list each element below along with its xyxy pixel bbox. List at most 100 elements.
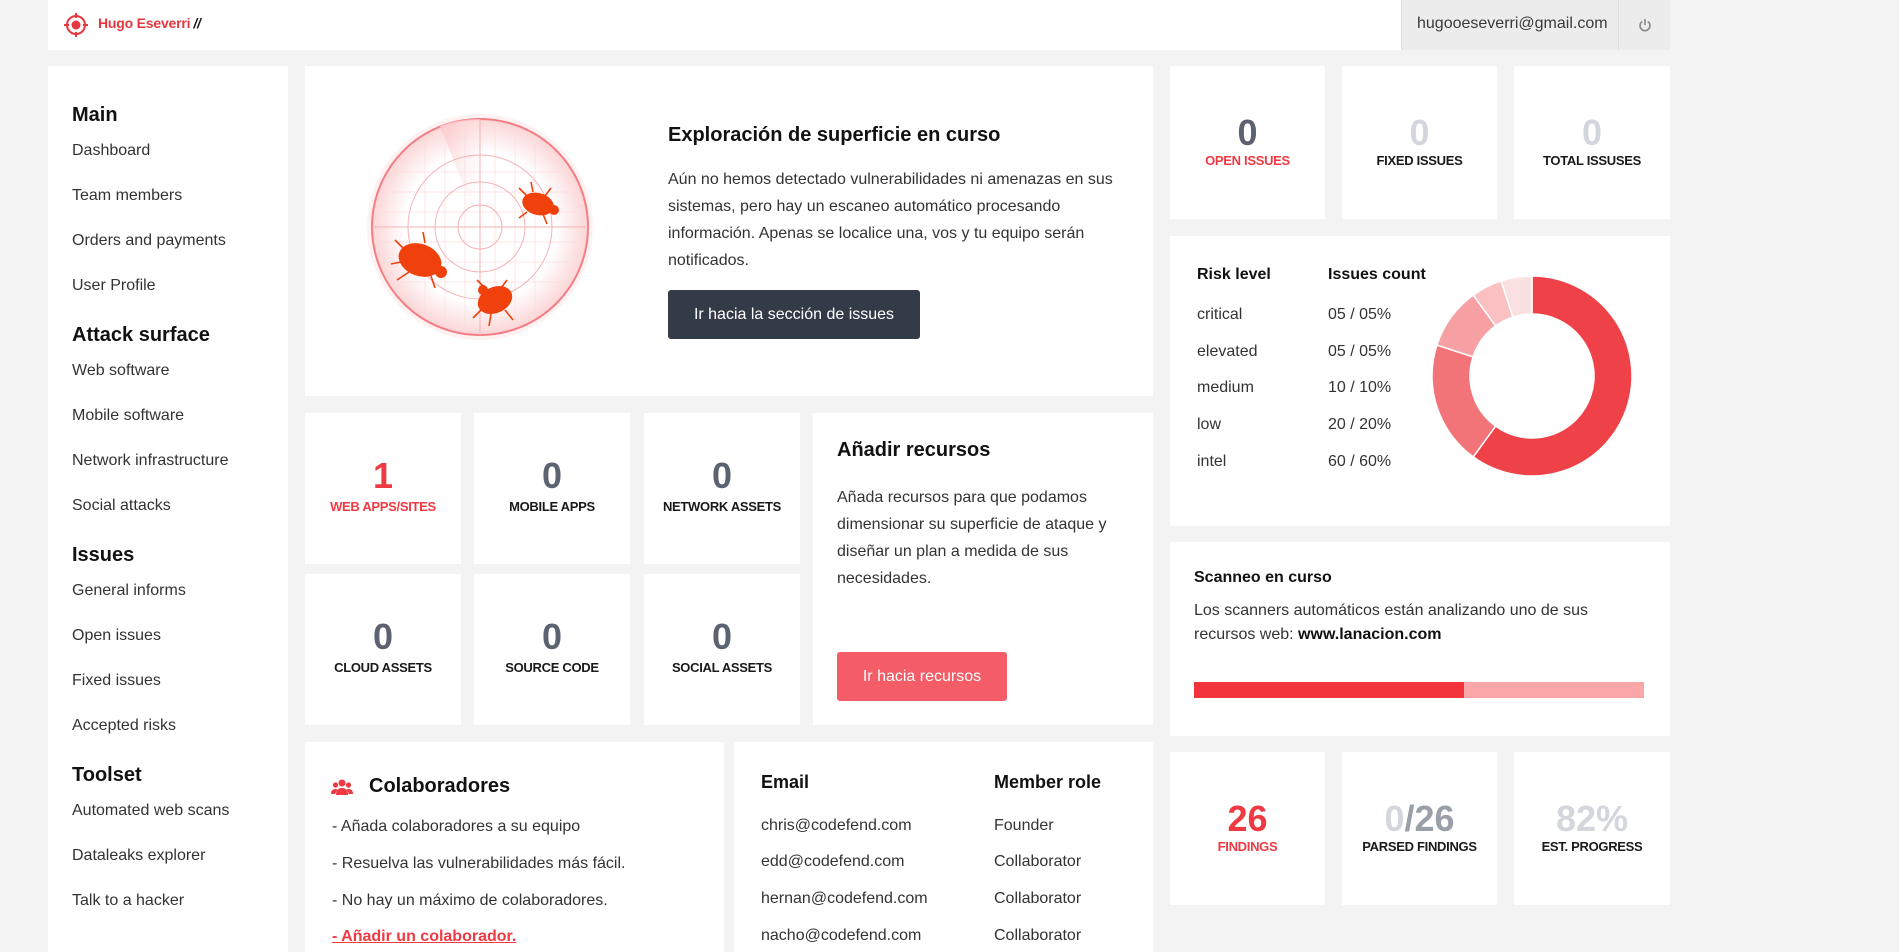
source-code-stat[interactable]: 0 SOURCE CODE	[474, 574, 630, 725]
risk-row-count: 05 / 05%	[1328, 343, 1392, 360]
network-assets-count: 0	[711, 455, 733, 496]
est-progress-value: 82%	[1555, 798, 1629, 839]
risk-row-level: medium	[1197, 379, 1254, 396]
sidebar-item-fixed-issues[interactable]: Fixed issues	[72, 672, 161, 690]
member-role: Collaborator	[994, 853, 1082, 870]
risk-level-header: Risk level	[1197, 266, 1271, 283]
total-issues-label: TOTAL ISSUSES	[1543, 153, 1641, 168]
email-column-header: Email	[761, 772, 810, 792]
findings-label: FINDINGS	[1217, 839, 1278, 854]
risk-row-level: critical	[1197, 306, 1243, 323]
brand-name[interactable]: Hugo Eseverri//	[98, 15, 201, 31]
sidebar-item-open-issues[interactable]: Open issues	[72, 627, 161, 645]
scan-target-domain[interactable]: www.lanacion.com	[1298, 626, 1441, 643]
social-assets-stat[interactable]: 0 SOCIAL ASSETS	[644, 574, 800, 725]
users-icon	[331, 779, 353, 795]
sidebar-section-issues: Issues	[72, 544, 135, 566]
sidebar-item-automated-web-scans[interactable]: Automated web scans	[72, 802, 229, 820]
collaborators-tip: - Resuelva las vulnerabilidades más fáci…	[332, 855, 626, 872]
risk-level-card: Risk level Issues count critical 05 / 05…	[1170, 236, 1670, 526]
risk-row-level: intel	[1197, 453, 1227, 470]
role-column-header: Member role	[994, 772, 1102, 792]
member-role: Founder	[994, 817, 1054, 834]
parsed-findings-total: /26	[1404, 798, 1455, 839]
scan-in-progress-card: Scanneo en curso Los scanners automático…	[1170, 542, 1670, 736]
scan-progress-bar	[1194, 682, 1644, 698]
sidebar-item-dataleaks-explorer[interactable]: Dataleaks explorer	[72, 847, 205, 865]
sidebar-section-attack-surface: Attack surface	[72, 324, 210, 346]
scan-status-text: Aún no hemos detectado vulnerabilidades …	[668, 171, 1113, 269]
sidebar-section-toolset: Toolset	[72, 764, 142, 786]
sidebar-item-mobile-software[interactable]: Mobile software	[72, 407, 184, 425]
est-progress-label: EST. PROGRESS	[1541, 839, 1643, 854]
total-issues-count: 0	[1581, 112, 1603, 153]
social-assets-count: 0	[711, 616, 733, 657]
source-code-count: 0	[541, 616, 563, 657]
add-resources-card: Añadir recursos Añada recursos para que …	[813, 413, 1153, 725]
web-apps-count: 1	[372, 455, 394, 496]
add-collaborator-link[interactable]: - Añadir un colaborador.	[332, 928, 516, 946]
sidebar-item-accepted-risks[interactable]: Accepted risks	[72, 717, 176, 735]
member-role: Collaborator	[994, 927, 1082, 944]
sidebar-item-user-profile[interactable]: User Profile	[72, 277, 156, 295]
open-issues-stat[interactable]: 0 OPEN ISSUES	[1170, 66, 1325, 219]
web-apps-stat[interactable]: 1 WEB APPS/SITES	[305, 413, 461, 564]
parsed-findings-stat[interactable]: 0/26 PARSED FINDINGS	[1342, 752, 1497, 905]
source-code-label: SOURCE CODE	[505, 660, 599, 675]
sidebar-item-orders-payments[interactable]: Orders and payments	[72, 232, 226, 250]
risk-donut-chart	[1431, 275, 1633, 477]
risk-row-level: low	[1197, 416, 1222, 433]
brand-text: Hugo Eseverri	[98, 15, 191, 31]
logout-button[interactable]	[1618, 0, 1671, 50]
member-email[interactable]: nacho@codefend.com	[761, 927, 921, 945]
member-email[interactable]: hernan@codefend.com	[761, 890, 928, 908]
member-email[interactable]: edd@codefend.com	[761, 853, 904, 871]
collaborators-tip: - Añada colaboradores a su equipo	[332, 818, 581, 835]
fixed-issues-stat[interactable]: 0 FIXED ISSUES	[1342, 66, 1497, 219]
risk-row-count: 05 / 05%	[1328, 306, 1392, 323]
collaborators-card: Colaboradores - Añada colaboradores a su…	[305, 742, 724, 952]
sidebar-item-general-informs[interactable]: General informs	[72, 582, 186, 600]
sidebar: Main Dashboard Team members Orders and p…	[48, 66, 288, 952]
sidebar-item-team-members[interactable]: Team members	[72, 187, 182, 205]
mobile-apps-stat[interactable]: 0 MOBILE APPS	[474, 413, 630, 564]
findings-stat[interactable]: 26 FINDINGS	[1170, 752, 1325, 905]
parsed-findings-parsed: 0	[1384, 798, 1405, 839]
fixed-issues-count: 0	[1409, 112, 1430, 153]
open-issues-label: OPEN ISSUES	[1205, 153, 1290, 168]
scan-status-title: Exploración de superficie en curso	[668, 124, 1001, 146]
member-email[interactable]: chris@codefend.com	[761, 817, 912, 835]
social-assets-label: SOCIAL ASSETS	[671, 660, 773, 675]
cloud-assets-stat[interactable]: 0 CLOUD ASSETS	[305, 574, 461, 725]
cloud-assets-label: CLOUD ASSETS	[334, 660, 432, 675]
fixed-issues-label: FIXED ISSUES	[1376, 153, 1463, 168]
scan-status-card: Exploración de superficie en curso Aún n…	[305, 66, 1153, 396]
go-to-resources-button[interactable]: Ir hacia recursos	[837, 652, 1007, 701]
sidebar-item-web-software[interactable]: Web software	[72, 362, 170, 380]
parsed-findings-label: PARSED FINDINGS	[1362, 839, 1477, 854]
brand-suffix: //	[193, 15, 201, 31]
radar-illustration	[367, 114, 593, 340]
go-to-issues-button[interactable]: Ir hacia la sección de issues	[668, 290, 920, 339]
risk-row-level: elevated	[1197, 343, 1258, 360]
add-resources-text: Añada recursos para que podamos dimensio…	[837, 489, 1107, 587]
user-email[interactable]: hugooeseverri@gmail.com	[1417, 15, 1608, 33]
network-assets-label: NETWORK ASSETS	[662, 499, 782, 514]
sidebar-item-network-infrastructure[interactable]: Network infrastructure	[72, 452, 229, 470]
account-area: hugooeseverri@gmail.com	[1401, 0, 1670, 50]
members-table: Email Member role chris@codefend.com Fou…	[734, 742, 1153, 952]
add-resources-title: Añadir recursos	[837, 439, 991, 461]
risk-row-count: 10 / 10%	[1328, 379, 1392, 396]
sidebar-item-dashboard[interactable]: Dashboard	[72, 142, 150, 160]
collaborators-title: Colaboradores	[369, 775, 511, 797]
parsed-findings-count: 0/26	[1342, 798, 1497, 840]
sidebar-item-talk-to-hacker[interactable]: Talk to a hacker	[72, 892, 184, 910]
total-issues-stat[interactable]: 0 TOTAL ISSUSES	[1514, 66, 1670, 219]
issues-count-header: Issues count	[1328, 266, 1426, 283]
power-icon	[1639, 19, 1651, 32]
donut-slice-low	[1431, 344, 1497, 458]
sidebar-item-social-attacks[interactable]: Social attacks	[72, 497, 171, 515]
est-progress-stat[interactable]: 82% EST. PROGRESS	[1514, 752, 1670, 905]
scan-in-progress-text: Los scanners automáticos están analizand…	[1194, 599, 1634, 647]
network-assets-stat[interactable]: 0 NETWORK ASSETS	[644, 413, 800, 564]
